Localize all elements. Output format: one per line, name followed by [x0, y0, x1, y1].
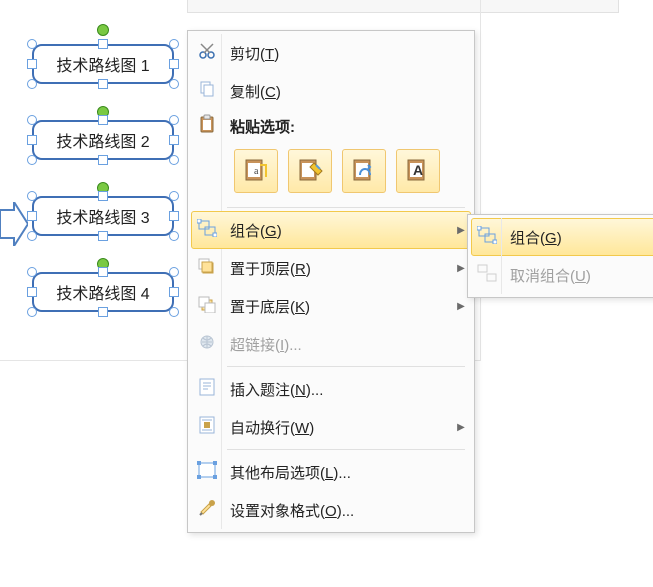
- format-icon: [197, 498, 217, 522]
- menu-format-label: 设置对象格式(O)...: [222, 500, 470, 521]
- resize-handle[interactable]: [169, 287, 179, 297]
- clipboard-icon: [198, 114, 216, 138]
- resize-handle[interactable]: [27, 287, 37, 297]
- resize-handle[interactable]: [169, 307, 179, 317]
- menu-insert-caption[interactable]: 插入题注(N)...: [191, 370, 471, 408]
- menu-group-label: 组合(G): [222, 220, 452, 241]
- paste-keep-source-formatting[interactable]: a: [234, 149, 278, 193]
- menu-caption-label: 插入题注(N)...: [222, 379, 470, 400]
- shape-label: 技术路线图 2: [56, 128, 149, 152]
- hyperlink-icon: [197, 333, 217, 355]
- shape-label: 技术路线图 3: [56, 204, 149, 228]
- submenu-ungroup-label: 取消组合(U): [502, 265, 653, 286]
- copy-icon: [198, 80, 216, 102]
- wrap-icon: [198, 415, 216, 439]
- menu-paste-header-label: 粘贴选项:: [222, 116, 470, 137]
- resize-handle[interactable]: [27, 211, 37, 221]
- resize-handle[interactable]: [98, 79, 108, 89]
- submenu-ungroup: 取消组合(U): [471, 256, 653, 294]
- paste-options-row: a A: [191, 142, 471, 204]
- resize-handle[interactable]: [27, 115, 37, 125]
- resize-handle[interactable]: [27, 231, 37, 241]
- menu-separator: [227, 449, 465, 450]
- group-submenu: 组合(G) 取消组合(U): [467, 214, 653, 298]
- menu-hyperlink: 超链接(I)...: [191, 325, 471, 363]
- resize-handle[interactable]: [169, 39, 179, 49]
- shape-1[interactable]: 技术路线图 1: [32, 44, 174, 84]
- menu-text-wrap[interactable]: 自动换行(W) ▶: [191, 408, 471, 446]
- resize-handle[interactable]: [169, 59, 179, 69]
- menu-bring-to-front[interactable]: 置于顶层(R) ▶: [191, 249, 471, 287]
- resize-handle[interactable]: [27, 39, 37, 49]
- menu-separator: [227, 207, 465, 208]
- resize-handle[interactable]: [27, 191, 37, 201]
- resize-handle[interactable]: [98, 267, 108, 277]
- resize-handle[interactable]: [169, 155, 179, 165]
- paste-use-destination-theme[interactable]: [288, 149, 332, 193]
- resize-handle[interactable]: [98, 115, 108, 125]
- svg-text:A: A: [413, 162, 423, 178]
- ribbon-fragment: [187, 0, 619, 13]
- shape-label: 技术路线图 1: [56, 52, 149, 76]
- resize-handle[interactable]: [169, 267, 179, 277]
- menu-more-layout[interactable]: 其他布局选项(L)...: [191, 453, 471, 491]
- resize-handle[interactable]: [169, 115, 179, 125]
- menu-bring-front-label: 置于顶层(R): [222, 258, 452, 279]
- menu-cut[interactable]: 剪切(T): [191, 34, 471, 72]
- caption-icon: [198, 377, 216, 401]
- menu-wrap-label: 自动换行(W): [222, 417, 452, 438]
- submenu-group-label: 组合(G): [502, 227, 653, 248]
- submenu-arrow-icon: ▶: [452, 422, 470, 433]
- menu-format-object[interactable]: 设置对象格式(O)...: [191, 491, 471, 529]
- paste-picture[interactable]: [342, 149, 386, 193]
- menu-hyperlink-label: 超链接(I)...: [222, 334, 470, 355]
- resize-handle[interactable]: [169, 79, 179, 89]
- resize-handle[interactable]: [27, 155, 37, 165]
- menu-separator: [227, 366, 465, 367]
- shape-4[interactable]: 技术路线图 4: [32, 272, 174, 312]
- ungroup-icon: [477, 264, 497, 286]
- bring-front-icon: [197, 257, 217, 279]
- send-back-icon: [197, 295, 217, 317]
- resize-handle[interactable]: [169, 191, 179, 201]
- paste-keep-text-only[interactable]: A: [396, 149, 440, 193]
- menu-send-back-label: 置于底层(K): [222, 296, 452, 317]
- resize-handle[interactable]: [98, 191, 108, 201]
- rotate-handle[interactable]: [97, 24, 109, 36]
- group-icon: [477, 226, 497, 248]
- menu-cut-label: 剪切(T): [222, 43, 470, 64]
- submenu-group[interactable]: 组合(G): [471, 218, 653, 256]
- resize-handle[interactable]: [98, 231, 108, 241]
- resize-handle[interactable]: [98, 307, 108, 317]
- resize-handle[interactable]: [169, 211, 179, 221]
- resize-handle[interactable]: [98, 39, 108, 49]
- group-icon: [197, 219, 217, 241]
- menu-layout-label: 其他布局选项(L)...: [222, 462, 470, 483]
- menu-gutter: [501, 218, 502, 294]
- shape-label: 技术路线图 4: [56, 280, 149, 304]
- resize-handle[interactable]: [27, 135, 37, 145]
- menu-group[interactable]: 组合(G) ▶: [191, 211, 471, 249]
- layout-icon: [197, 461, 217, 483]
- svg-text:a: a: [254, 166, 259, 177]
- shape-2[interactable]: 技术路线图 2: [32, 120, 174, 160]
- resize-handle[interactable]: [98, 155, 108, 165]
- resize-handle[interactable]: [27, 307, 37, 317]
- submenu-arrow-icon: ▶: [452, 301, 470, 312]
- resize-handle[interactable]: [169, 135, 179, 145]
- menu-copy[interactable]: 复制(C): [191, 72, 471, 110]
- resize-handle[interactable]: [27, 59, 37, 69]
- resize-handle[interactable]: [27, 267, 37, 277]
- scissors-icon: [198, 42, 216, 64]
- menu-paste-header: 粘贴选项:: [191, 110, 471, 142]
- menu-send-to-back[interactable]: 置于底层(K) ▶: [191, 287, 471, 325]
- context-menu: 剪切(T) 复制(C) 粘贴选项: a A: [187, 30, 475, 533]
- shape-3[interactable]: 技术路线图 3: [32, 196, 174, 236]
- menu-copy-label: 复制(C): [222, 81, 470, 102]
- connector-arrow[interactable]: [0, 202, 28, 246]
- resize-handle[interactable]: [27, 79, 37, 89]
- resize-handle[interactable]: [169, 231, 179, 241]
